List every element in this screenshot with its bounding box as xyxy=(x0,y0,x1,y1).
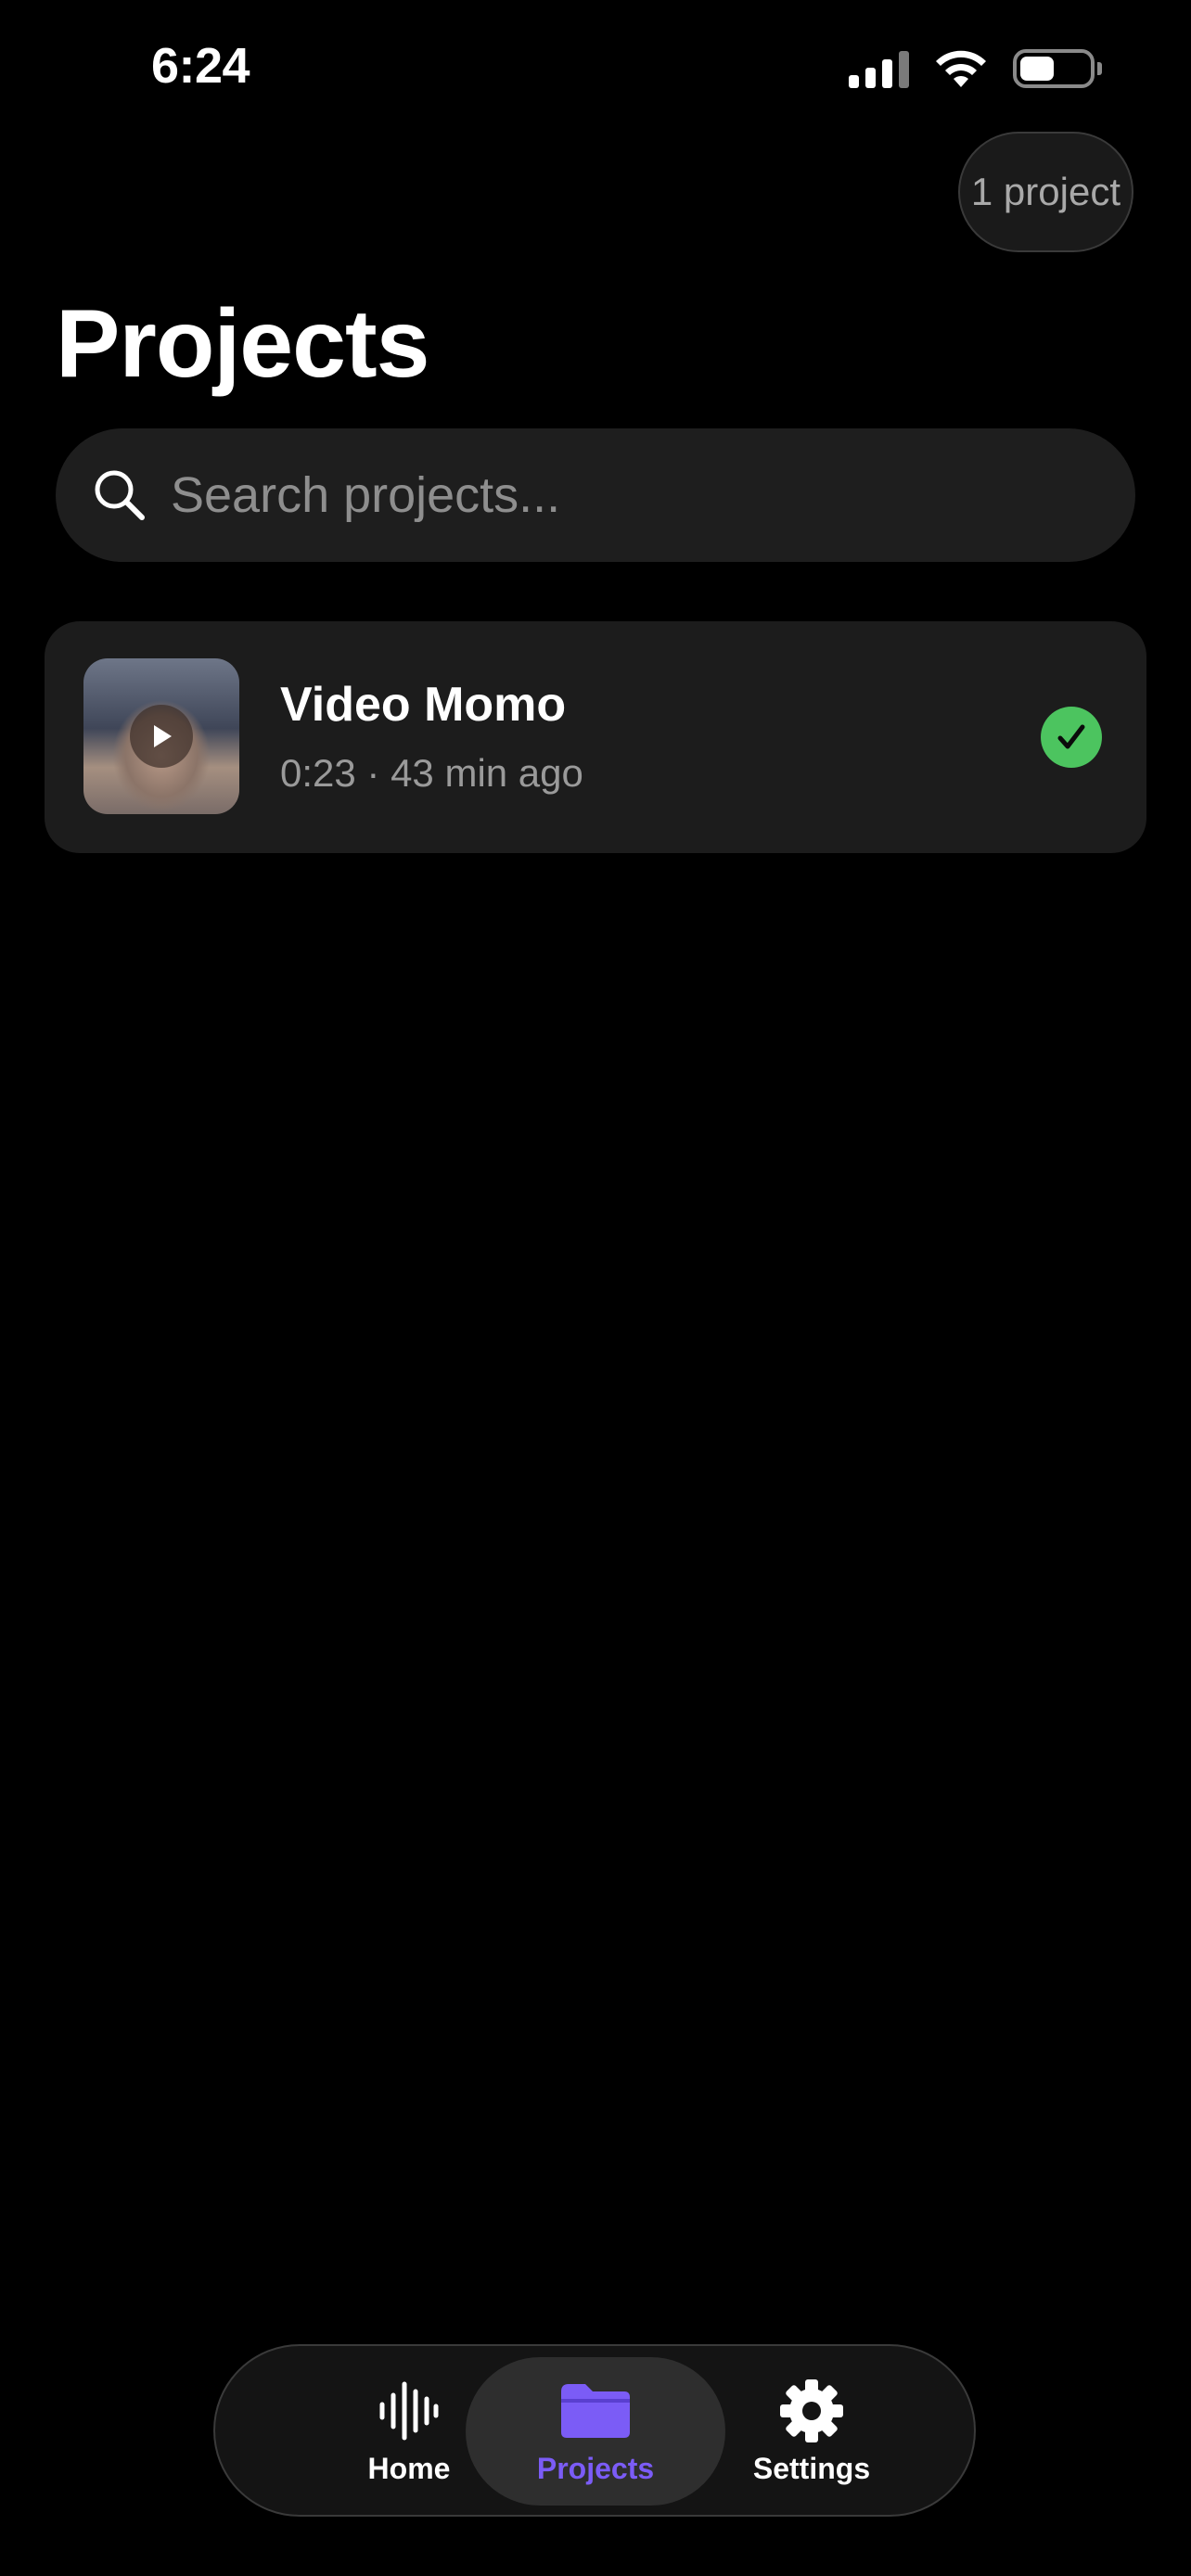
tab-settings[interactable]: Settings xyxy=(714,2357,909,2506)
project-meta: 0:23 · 43 min ago xyxy=(280,751,583,795)
projects-screen: 6:24 1 project Projects Search projects.… xyxy=(0,0,1191,2576)
project-thumbnail[interactable] xyxy=(83,658,239,814)
cellular-signal-icon xyxy=(849,49,909,88)
waveform-icon xyxy=(378,2378,440,2444)
gear-icon xyxy=(778,2378,845,2444)
page-title: Projects xyxy=(56,290,429,398)
tab-settings-label: Settings xyxy=(752,2451,871,2485)
checkmark-icon xyxy=(1041,707,1102,768)
tab-projects[interactable]: Projects xyxy=(466,2357,725,2506)
tab-bar: Home Projects Settings xyxy=(213,2344,976,2517)
search-icon xyxy=(95,470,145,520)
status-time: 6:24 xyxy=(151,38,250,94)
folder-icon xyxy=(557,2378,634,2444)
play-icon[interactable] xyxy=(130,705,193,768)
tab-home-label: Home xyxy=(367,2451,451,2485)
status-icons xyxy=(849,48,1102,89)
project-count-badge[interactable]: 1 project xyxy=(957,132,1133,252)
battery-icon xyxy=(1013,49,1102,88)
wifi-icon xyxy=(936,50,986,87)
project-card[interactable]: Video Momo 0:23 · 43 min ago xyxy=(45,621,1146,853)
search-bar[interactable] xyxy=(56,428,1135,562)
tab-projects-label: Projects xyxy=(536,2451,655,2485)
project-name: Video Momo xyxy=(280,678,567,732)
search-input[interactable] xyxy=(171,466,1135,524)
